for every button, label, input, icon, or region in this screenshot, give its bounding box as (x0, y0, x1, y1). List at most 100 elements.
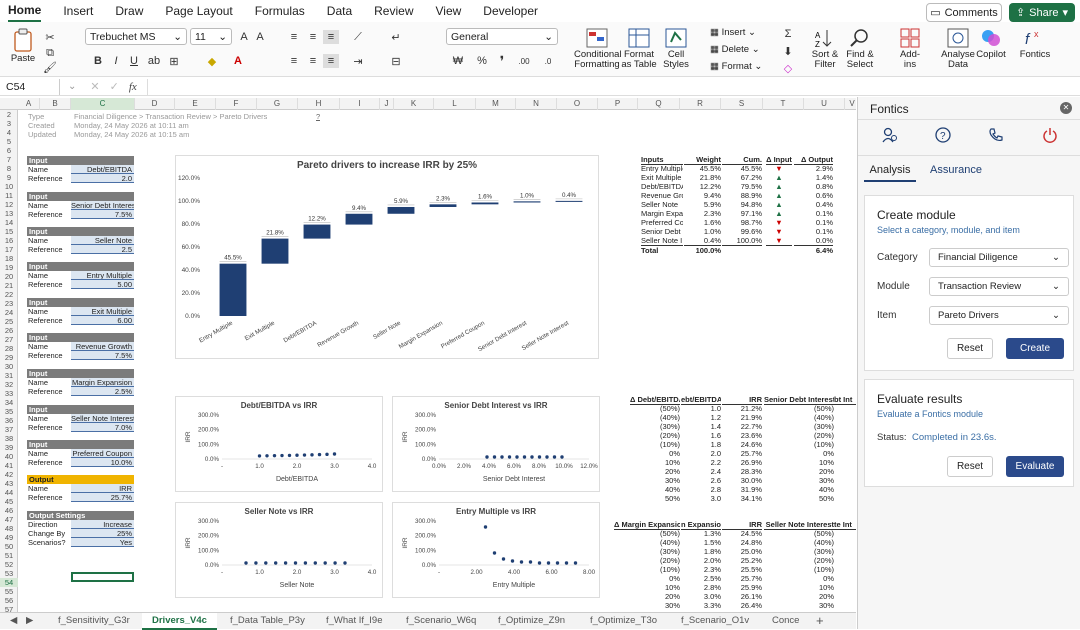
row-header[interactable]: 39 (0, 443, 18, 452)
sheet-tab[interactable]: Conce (772, 615, 799, 626)
row-header[interactable]: 42 (0, 470, 18, 479)
user-settings-icon[interactable] (882, 127, 898, 143)
sheet-tab[interactable]: f_What If_I9e (326, 615, 383, 626)
input-ref-value[interactable]: 5.00 (71, 280, 134, 289)
sheet-tab[interactable]: f_Data Table_P3y (230, 615, 305, 626)
menu-draw[interactable]: Draw (115, 1, 143, 21)
decrease-decimal-icon[interactable]: .0 (540, 54, 556, 68)
row-header[interactable]: 11 (0, 191, 18, 200)
column-header[interactable]: C (71, 98, 135, 110)
row-header[interactable]: 12 (0, 200, 18, 209)
menu-insert[interactable]: Insert (63, 1, 93, 21)
pareto-chart[interactable]: Pareto drivers to increase IRR by 25% 12… (175, 155, 599, 359)
input-name-value[interactable]: Entry Multiple (71, 271, 134, 280)
sheet-tab-active[interactable]: Drivers_V4c (142, 613, 217, 630)
row-header[interactable]: 43 (0, 479, 18, 488)
strikethrough-icon[interactable]: ab (146, 54, 162, 68)
create-button[interactable]: Create (1006, 338, 1064, 359)
help-link[interactable]: ? (316, 112, 320, 121)
input-name-value[interactable]: Revenue Growth (71, 342, 134, 351)
input-name-value[interactable]: Margin Expansion (71, 378, 134, 387)
addins-button[interactable]: Add-ins (894, 28, 926, 70)
decrease-font-icon[interactable]: A (252, 30, 268, 44)
merge-icon[interactable]: ⊟ (388, 54, 404, 68)
column-header[interactable]: G (257, 98, 298, 110)
column-header[interactable]: K (394, 98, 434, 110)
row-header[interactable]: 40 (0, 452, 18, 461)
reset-evaluate-button[interactable]: Reset (947, 456, 993, 477)
input-ref-value[interactable]: 2.5% (71, 387, 134, 396)
column-header[interactable]: P (598, 98, 638, 110)
menu-page-layout[interactable]: Page Layout (165, 1, 232, 21)
fill-color-icon[interactable]: ◆ (204, 54, 220, 68)
phone-icon[interactable] (988, 127, 1004, 143)
column-header[interactable]: J (380, 98, 394, 110)
find-select-button[interactable]: Find & Select (844, 28, 876, 70)
row-header[interactable]: 32 (0, 380, 18, 389)
function-icon[interactable]: fx (129, 81, 137, 93)
row-header[interactable]: 48 (0, 524, 18, 533)
input-ref-value[interactable]: 7.5% (71, 210, 134, 219)
input-ref-value[interactable]: 6.00 (71, 316, 134, 325)
font-size-select[interactable]: 11 ⌄ (190, 28, 232, 45)
next-sheet-icon[interactable]: ▶ (26, 615, 33, 626)
row-header[interactable]: 24 (0, 308, 18, 317)
row-header[interactable]: 45 (0, 497, 18, 506)
input-ref-value[interactable]: 10.0% (71, 458, 134, 467)
input-ref-value[interactable]: 7.5% (71, 351, 134, 360)
formula-input[interactable] (146, 78, 1080, 95)
row-header[interactable]: 37 (0, 425, 18, 434)
help-icon[interactable]: ? (935, 127, 951, 143)
increase-font-icon[interactable]: A (236, 30, 252, 44)
increase-decimal-icon[interactable]: .00 (516, 54, 532, 68)
input-name-value[interactable]: Senior Debt Interest (71, 201, 134, 210)
copilot-button[interactable]: Copilot (976, 28, 1006, 60)
orientation-icon[interactable]: ⟋ (350, 30, 366, 44)
currency-icon[interactable]: ₩ (450, 54, 466, 68)
column-header[interactable]: E (175, 98, 216, 110)
column-header[interactable]: U (804, 98, 845, 110)
sheet-tab[interactable]: f_Sensitivity_G3r (58, 615, 130, 626)
row-header[interactable]: 4 (0, 128, 18, 137)
borders-icon[interactable]: ⊞ (166, 54, 182, 68)
row-header[interactable]: 49 (0, 533, 18, 542)
sheet-tab[interactable]: f_Optimize_Z9n (498, 615, 565, 626)
menu-review[interactable]: Review (374, 1, 413, 21)
row-header[interactable]: 31 (0, 371, 18, 380)
format-painter-icon[interactable]: 🖌 (42, 60, 58, 74)
row-header[interactable]: 21 (0, 281, 18, 290)
format-as-table-button[interactable]: Format as Table (620, 28, 658, 70)
column-header[interactable]: T (763, 98, 804, 110)
row-header[interactable]: 2 (0, 110, 18, 119)
row-header[interactable]: 38 (0, 434, 18, 443)
prev-sheet-icon[interactable]: ◀ (10, 615, 17, 626)
menu-developer[interactable]: Developer (483, 1, 538, 21)
align-bottom-icon[interactable]: ≡ (323, 30, 339, 44)
row-header[interactable]: 16 (0, 236, 18, 245)
row-header[interactable]: 28 (0, 344, 18, 353)
row-header[interactable]: 25 (0, 317, 18, 326)
number-format-select[interactable]: General ⌄ (446, 28, 558, 45)
row-header[interactable]: 9 (0, 173, 18, 182)
input-name-value[interactable]: Seller Note (71, 236, 134, 245)
column-header[interactable]: M (476, 98, 516, 110)
fontics-ribbon-button[interactable]: fx Fontics (1018, 28, 1052, 60)
column-header[interactable]: F (216, 98, 257, 110)
row-header[interactable]: 35 (0, 407, 18, 416)
share-button[interactable]: ⇪ Share ▾ (1009, 3, 1075, 22)
name-box[interactable]: C54 (0, 78, 60, 95)
row-header[interactable]: 29 (0, 353, 18, 362)
module-select[interactable]: Transaction Review ⌄ (929, 277, 1069, 296)
sheet-tab[interactable]: f_Optimize_T3o (590, 615, 657, 626)
reset-create-button[interactable]: Reset (947, 338, 993, 359)
sheet-tab[interactable]: f_Scenario_W6q (406, 615, 476, 626)
row-header[interactable]: 19 (0, 263, 18, 272)
row-header[interactable]: 54 (0, 578, 18, 587)
row-header[interactable]: 5 (0, 137, 18, 146)
column-header[interactable]: Q (638, 98, 680, 110)
row-header[interactable]: 15 (0, 227, 18, 236)
sort-filter-button[interactable]: AZ Sort & Filter (810, 28, 840, 70)
column-header[interactable]: V (845, 98, 856, 110)
row-header[interactable]: 30 (0, 362, 18, 371)
delete-cells-button[interactable]: ▦ Delete ⌄ (710, 44, 760, 55)
